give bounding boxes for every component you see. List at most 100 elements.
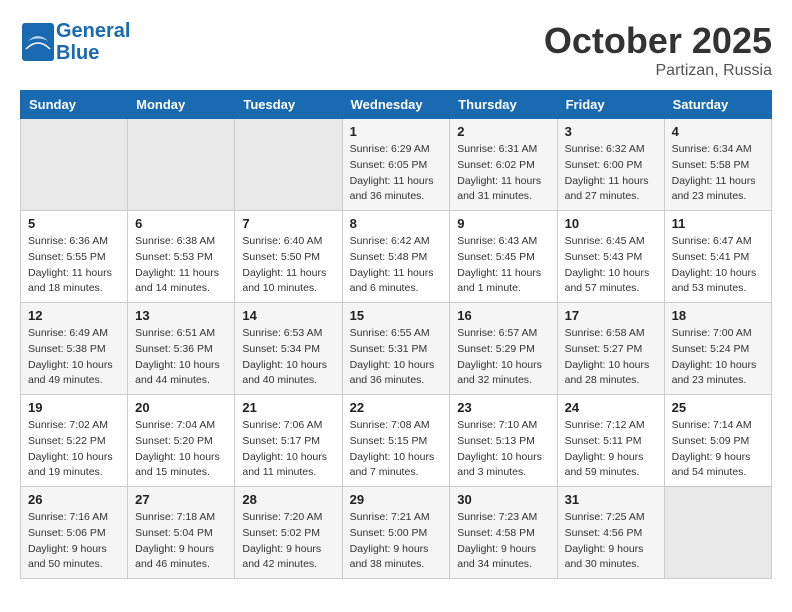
day-info: Sunrise: 6:58 AM Sunset: 5:27 PM Dayligh…	[565, 326, 657, 389]
day-number: 10	[565, 216, 657, 231]
calendar-header-row: SundayMondayTuesdayWednesdayThursdayFrid…	[21, 91, 772, 119]
day-info: Sunrise: 7:14 AM Sunset: 5:09 PM Dayligh…	[672, 418, 764, 481]
day-number: 23	[457, 400, 549, 415]
day-info: Sunrise: 6:34 AM Sunset: 5:58 PM Dayligh…	[672, 142, 764, 205]
day-number: 24	[565, 400, 657, 415]
week-row-1: 1 Sunrise: 6:29 AM Sunset: 6:05 PM Daylig…	[21, 119, 772, 211]
day-info: Sunrise: 7:06 AM Sunset: 5:17 PM Dayligh…	[242, 418, 334, 481]
day-number: 28	[242, 492, 334, 507]
week-row-2: 5Sunrise: 6:36 AM Sunset: 5:55 PM Daylig…	[21, 211, 772, 303]
week-row-5: 26Sunrise: 7:16 AM Sunset: 5:06 PM Dayli…	[21, 487, 772, 579]
day-info: Sunrise: 7:20 AM Sunset: 5:02 PM Dayligh…	[242, 510, 334, 573]
calendar-cell: 20 Sunrise: 7:04 AM Sunset: 5:20 PM Dayli…	[128, 395, 235, 487]
day-number: 8	[350, 216, 443, 231]
day-info: Sunrise: 6:45 AM Sunset: 5:43 PM Dayligh…	[565, 234, 657, 297]
column-header-tuesday: Tuesday	[235, 91, 342, 119]
day-info: Sunrise: 7:18 AM Sunset: 5:04 PM Dayligh…	[135, 510, 227, 573]
calendar-cell: 28 Sunrise: 7:20 AM Sunset: 5:02 PM Dayli…	[235, 487, 342, 579]
day-info: Sunrise: 6:43 AM Sunset: 5:45 PM Dayligh…	[457, 234, 549, 297]
calendar-cell: 6 Sunrise: 6:38 AM Sunset: 5:53 PM Daylig…	[128, 211, 235, 303]
day-info: Sunrise: 6:32 AM Sunset: 6:00 PM Dayligh…	[565, 142, 657, 205]
logo-icon	[20, 21, 56, 63]
day-info: Sunrise: 7:08 AM Sunset: 5:15 PM Dayligh…	[350, 418, 443, 481]
calendar-cell: 8Sunrise: 6:42 AM Sunset: 5:48 PM Daylig…	[342, 211, 450, 303]
calendar-cell: 5Sunrise: 6:36 AM Sunset: 5:55 PM Daylig…	[21, 211, 128, 303]
day-info: Sunrise: 6:57 AM Sunset: 5:29 PM Dayligh…	[457, 326, 549, 389]
calendar-cell: 1 Sunrise: 6:29 AM Sunset: 6:05 PM Daylig…	[342, 119, 450, 211]
day-number: 15	[350, 308, 443, 323]
calendar-cell: 11Sunrise: 6:47 AM Sunset: 5:41 PM Dayli…	[664, 211, 771, 303]
day-number: 9	[457, 216, 549, 231]
day-info: Sunrise: 7:02 AM Sunset: 5:22 PM Dayligh…	[28, 418, 120, 481]
day-info: Sunrise: 7:25 AM Sunset: 4:56 PM Dayligh…	[565, 510, 657, 573]
title-area: October 2025 Partizan, Russia	[544, 20, 772, 80]
day-number: 1	[350, 124, 443, 139]
day-number: 2	[457, 124, 549, 139]
column-header-saturday: Saturday	[664, 91, 771, 119]
calendar-cell: 12 Sunrise: 6:49 AM Sunset: 5:38 PM Dayli…	[21, 303, 128, 395]
day-info: Sunrise: 6:38 AM Sunset: 5:53 PM Dayligh…	[135, 234, 227, 297]
day-info: Sunrise: 7:12 AM Sunset: 5:11 PM Dayligh…	[565, 418, 657, 481]
day-info: Sunrise: 6:31 AM Sunset: 6:02 PM Dayligh…	[457, 142, 549, 205]
day-number: 22	[350, 400, 443, 415]
day-number: 17	[565, 308, 657, 323]
logo: General Blue	[20, 20, 130, 64]
day-info: Sunrise: 6:29 AM Sunset: 6:05 PM Dayligh…	[350, 142, 443, 205]
day-number: 6	[135, 216, 227, 231]
calendar-cell: 25 Sunrise: 7:14 AM Sunset: 5:09 PM Dayli…	[664, 395, 771, 487]
day-info: Sunrise: 6:40 AM Sunset: 5:50 PM Dayligh…	[242, 234, 334, 297]
calendar-cell: 27 Sunrise: 7:18 AM Sunset: 5:04 PM Dayli…	[128, 487, 235, 579]
logo-blue: Blue	[56, 42, 130, 64]
calendar-cell: 29Sunrise: 7:21 AM Sunset: 5:00 PM Dayli…	[342, 487, 450, 579]
calendar-cell: 15Sunrise: 6:55 AM Sunset: 5:31 PM Dayli…	[342, 303, 450, 395]
day-number: 14	[242, 308, 334, 323]
column-header-monday: Monday	[128, 91, 235, 119]
week-row-3: 12 Sunrise: 6:49 AM Sunset: 5:38 PM Dayli…	[21, 303, 772, 395]
calendar-cell: 14 Sunrise: 6:53 AM Sunset: 5:34 PM Dayli…	[235, 303, 342, 395]
calendar-cell: 16 Sunrise: 6:57 AM Sunset: 5:29 PM Dayli…	[450, 303, 557, 395]
day-number: 31	[565, 492, 657, 507]
column-header-wednesday: Wednesday	[342, 91, 450, 119]
calendar-cell: 21 Sunrise: 7:06 AM Sunset: 5:17 PM Dayli…	[235, 395, 342, 487]
calendar-cell	[235, 119, 342, 211]
calendar-cell	[128, 119, 235, 211]
day-number: 7	[242, 216, 334, 231]
calendar-cell: 31 Sunrise: 7:25 AM Sunset: 4:56 PM Dayli…	[557, 487, 664, 579]
day-number: 27	[135, 492, 227, 507]
day-number: 4	[672, 124, 764, 139]
logo-general: General	[56, 20, 130, 42]
column-header-friday: Friday	[557, 91, 664, 119]
day-number: 30	[457, 492, 549, 507]
day-number: 19	[28, 400, 120, 415]
day-number: 25	[672, 400, 764, 415]
day-info: Sunrise: 7:10 AM Sunset: 5:13 PM Dayligh…	[457, 418, 549, 481]
calendar-cell	[21, 119, 128, 211]
day-info: Sunrise: 6:53 AM Sunset: 5:34 PM Dayligh…	[242, 326, 334, 389]
day-number: 16	[457, 308, 549, 323]
column-header-thursday: Thursday	[450, 91, 557, 119]
day-info: Sunrise: 7:16 AM Sunset: 5:06 PM Dayligh…	[28, 510, 120, 573]
day-info: Sunrise: 7:23 AM Sunset: 4:58 PM Dayligh…	[457, 510, 549, 573]
calendar-cell: 2 Sunrise: 6:31 AM Sunset: 6:02 PM Daylig…	[450, 119, 557, 211]
day-info: Sunrise: 7:00 AM Sunset: 5:24 PM Dayligh…	[672, 326, 764, 389]
day-info: Sunrise: 7:21 AM Sunset: 5:00 PM Dayligh…	[350, 510, 443, 573]
calendar-cell: 3 Sunrise: 6:32 AM Sunset: 6:00 PM Daylig…	[557, 119, 664, 211]
calendar-cell: 4 Sunrise: 6:34 AM Sunset: 5:58 PM Daylig…	[664, 119, 771, 211]
day-number: 12	[28, 308, 120, 323]
day-number: 20	[135, 400, 227, 415]
day-number: 21	[242, 400, 334, 415]
calendar-cell: 7 Sunrise: 6:40 AM Sunset: 5:50 PM Daylig…	[235, 211, 342, 303]
week-row-4: 19 Sunrise: 7:02 AM Sunset: 5:22 PM Dayli…	[21, 395, 772, 487]
day-number: 18	[672, 308, 764, 323]
calendar-cell: 26Sunrise: 7:16 AM Sunset: 5:06 PM Dayli…	[21, 487, 128, 579]
calendar-table: SundayMondayTuesdayWednesdayThursdayFrid…	[20, 90, 772, 579]
day-number: 11	[672, 216, 764, 231]
day-info: Sunrise: 6:49 AM Sunset: 5:38 PM Dayligh…	[28, 326, 120, 389]
calendar-cell: 19 Sunrise: 7:02 AM Sunset: 5:22 PM Dayli…	[21, 395, 128, 487]
day-info: Sunrise: 7:04 AM Sunset: 5:20 PM Dayligh…	[135, 418, 227, 481]
day-info: Sunrise: 6:51 AM Sunset: 5:36 PM Dayligh…	[135, 326, 227, 389]
calendar-cell: 17 Sunrise: 6:58 AM Sunset: 5:27 PM Dayli…	[557, 303, 664, 395]
calendar-cell: 23 Sunrise: 7:10 AM Sunset: 5:13 PM Dayli…	[450, 395, 557, 487]
day-number: 3	[565, 124, 657, 139]
calendar-cell: 10 Sunrise: 6:45 AM Sunset: 5:43 PM Dayli…	[557, 211, 664, 303]
